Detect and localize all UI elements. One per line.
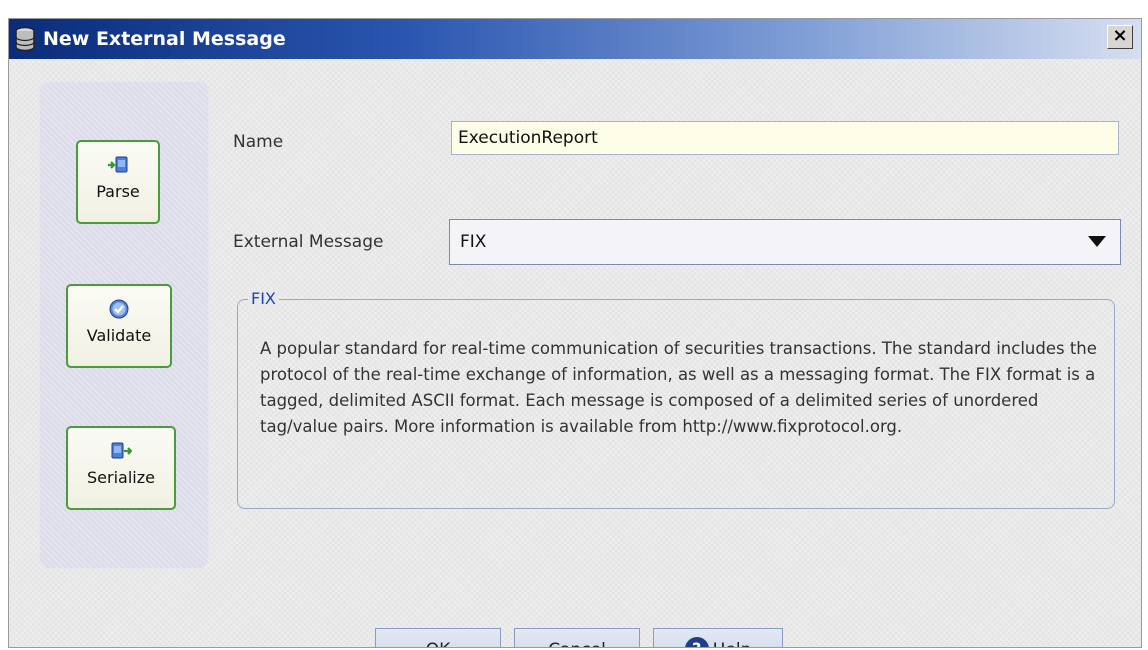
external-message-label: External Message [233,232,384,252]
fix-info-description: A popular standard for real-time communi… [260,339,1097,436]
parse-icon [108,156,128,173]
database-icon [15,26,35,52]
serialize-icon [111,442,132,459]
close-button[interactable]: × [1107,25,1133,49]
title-bar[interactable]: New External Message × [9,19,1141,59]
validate-icon [109,299,129,319]
cancel-button[interactable]: Cancel [514,628,640,647]
dialog-window: New External Message × Parse Validate Se… [8,18,1142,648]
fix-info-title: FIX [248,289,279,308]
help-button[interactable]: ? Help [653,628,783,647]
ok-button[interactable]: OK [375,628,501,647]
validate-button-label: Validate [86,326,152,345]
external-message-value: FIX [460,232,487,252]
chevron-down-icon[interactable] [1088,236,1106,247]
serialize-button[interactable]: Serialize [66,426,176,510]
cancel-button-label: Cancel [548,640,606,647]
serialize-button-label: Serialize [87,468,155,487]
dialog-body: Parse Validate Serialize Name ExecutionR… [9,59,1141,647]
ok-button-label: OK [426,640,451,647]
external-message-select[interactable]: FIX [449,219,1121,265]
help-icon: ? [684,636,709,647]
window-title: New External Message [43,28,286,50]
action-sidebar: Parse Validate Serialize [39,81,209,569]
name-input[interactable] [451,121,1119,155]
parse-button-label: Parse [96,182,140,201]
validate-button[interactable]: Validate [66,284,172,368]
close-icon: × [1112,25,1128,46]
fix-info-group: FIX A popular standard for real-time com… [237,289,1115,509]
parse-button[interactable]: Parse [76,140,160,224]
name-label: Name [233,132,284,152]
help-button-label: Help [713,640,752,647]
